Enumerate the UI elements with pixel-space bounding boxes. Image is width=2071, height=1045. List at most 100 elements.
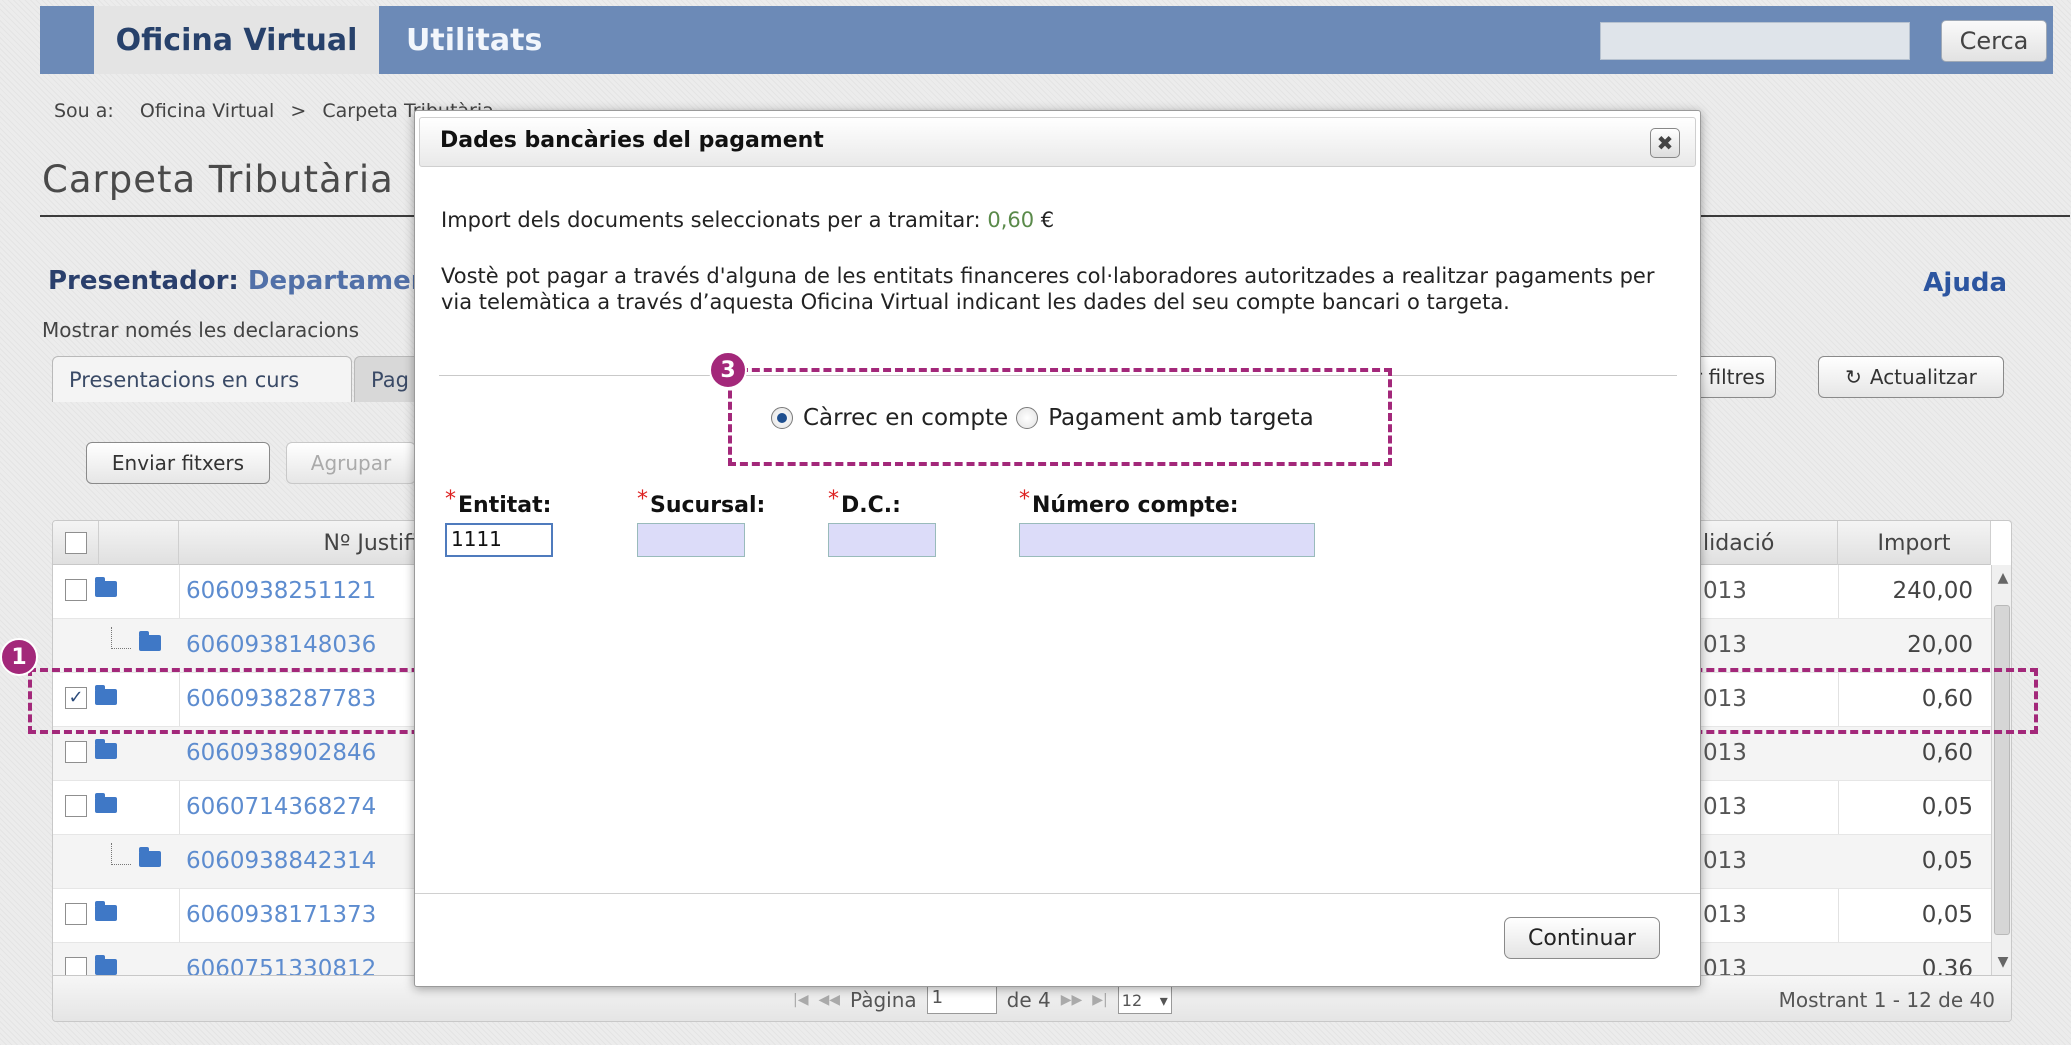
import-value: 0,05 bbox=[1921, 848, 1973, 874]
header-import[interactable]: Import bbox=[1838, 521, 1991, 565]
payment-dialog: Dades bancàries del pagament ✖ Import de… bbox=[414, 110, 1701, 987]
justificant-link[interactable]: 6060938171373 bbox=[186, 902, 376, 928]
select-all-checkbox[interactable] bbox=[64, 532, 87, 554]
refresh-label: Actualitzar bbox=[1869, 365, 1977, 389]
sucursal-label: *Sucursal: bbox=[637, 487, 766, 518]
breadcrumb-item-oficina[interactable]: Oficina Virtual bbox=[140, 100, 274, 122]
last-page-icon[interactable]: ▶| bbox=[1092, 992, 1107, 1008]
validation-date: 013 bbox=[1703, 740, 1747, 766]
compte-label-text: Número compte: bbox=[1032, 493, 1239, 518]
import-value: 0,60 bbox=[1921, 740, 1973, 766]
page-title: Carpeta Tributària bbox=[42, 158, 394, 201]
row-checkbox[interactable] bbox=[65, 903, 87, 925]
dialog-description: Vostè pot pagar a través d'alguna de les… bbox=[441, 264, 1655, 314]
refresh-icon: ↻ bbox=[1845, 365, 1862, 389]
dc-label-text: D.C.: bbox=[841, 493, 901, 518]
page-size-select[interactable]: 12 ▾ bbox=[1117, 986, 1172, 1014]
grid-scrollbar[interactable]: ▲ ▼ bbox=[1991, 565, 2011, 975]
import-label: Import dels documents seleccionats per a… bbox=[441, 208, 981, 232]
import-value: 0,05 bbox=[1921, 794, 1973, 820]
page-size-value: 12 bbox=[1121, 990, 1143, 1010]
folder-icon bbox=[139, 847, 161, 867]
import-summary: Import dels documents seleccionats per a… bbox=[441, 208, 1054, 232]
row-checkbox[interactable] bbox=[65, 795, 87, 817]
justificant-link[interactable]: 6060938902846 bbox=[186, 740, 376, 766]
radio-label-targeta[interactable]: Pagament amb targeta bbox=[1048, 405, 1314, 431]
scroll-up-icon[interactable]: ▲ bbox=[1992, 567, 2011, 589]
presentador: Presentador: Departament bbox=[48, 266, 442, 296]
scroll-thumb[interactable] bbox=[1994, 605, 2010, 935]
import-currency: € bbox=[1040, 208, 1055, 232]
required-mark: * bbox=[445, 487, 456, 512]
top-nav-bar: Oficina Virtual Utilitats Cerca bbox=[40, 6, 2053, 74]
presentador-label: Presentador: bbox=[48, 266, 239, 296]
pager-label: Pàgina bbox=[850, 988, 917, 1012]
refresh-button[interactable]: ↻ Actualitzar bbox=[1818, 356, 2004, 398]
justificant-link[interactable]: 6060938251121 bbox=[186, 578, 376, 604]
required-mark: * bbox=[1019, 487, 1030, 512]
import-value: 0,05 bbox=[1921, 902, 1973, 928]
folder-icon bbox=[95, 901, 117, 921]
dialog-title: Dades bancàries del pagament bbox=[440, 128, 824, 153]
page-number-input[interactable]: 1 bbox=[926, 986, 997, 1014]
validation-date: 013 bbox=[1703, 848, 1747, 874]
tab-presentacions-en-curs[interactable]: Presentacions en curs bbox=[52, 356, 352, 402]
filters-button[interactable]: r filtres bbox=[1690, 356, 1776, 398]
entitat-label-text: Entitat: bbox=[458, 493, 552, 518]
justificant-link[interactable]: 6060714368274 bbox=[186, 794, 376, 820]
import-value: 20,00 bbox=[1907, 632, 1973, 658]
validation-date: 013 bbox=[1703, 632, 1747, 658]
pager-total: de 4 bbox=[1006, 988, 1051, 1012]
tree-connector-icon bbox=[111, 843, 131, 865]
radio-pagament-targeta[interactable] bbox=[1016, 407, 1039, 429]
prev-page-icon[interactable]: ◀◀ bbox=[818, 992, 840, 1008]
close-icon[interactable]: ✖ bbox=[1650, 128, 1680, 158]
filter-text: Mostrar només les declaracions bbox=[42, 318, 360, 342]
radio-label-carrec[interactable]: Càrrec en compte bbox=[803, 405, 1008, 431]
import-value: 0,60 bbox=[987, 208, 1035, 232]
presentador-value: Departament bbox=[247, 266, 442, 296]
sucursal-input[interactable] bbox=[637, 523, 745, 557]
tab-utilitats[interactable]: Utilitats bbox=[406, 6, 542, 74]
folder-icon bbox=[95, 793, 117, 813]
row-checkbox[interactable] bbox=[65, 579, 87, 601]
first-page-icon[interactable]: |◀ bbox=[793, 992, 808, 1008]
payment-method-options: Càrrec en compte Pagament amb targeta bbox=[771, 405, 1314, 431]
required-mark: * bbox=[637, 487, 648, 512]
row-checkbox[interactable] bbox=[65, 741, 87, 763]
dc-input[interactable] bbox=[828, 523, 936, 557]
annotation-marker-3: 3 bbox=[709, 351, 747, 389]
tree-connector-icon bbox=[111, 627, 131, 649]
folder-icon bbox=[95, 955, 117, 975]
sucursal-label-text: Sucursal: bbox=[650, 493, 766, 518]
header-checkbox-cell bbox=[53, 521, 99, 565]
entitat-label: *Entitat: bbox=[445, 487, 552, 518]
annotation-marker-1: 1 bbox=[0, 638, 38, 676]
continue-button[interactable]: Continuar bbox=[1504, 917, 1660, 959]
dialog-header: Dades bancàries del pagament ✖ bbox=[419, 117, 1696, 167]
justificant-link[interactable]: 6060938842314 bbox=[186, 848, 376, 874]
required-mark: * bbox=[828, 487, 839, 512]
records-count: Mostrant 1 - 12 de 40 bbox=[1778, 988, 1995, 1012]
chevron-down-icon: ▾ bbox=[1159, 990, 1168, 1010]
scroll-down-icon[interactable]: ▼ bbox=[1992, 951, 2011, 973]
dc-label: *D.C.: bbox=[828, 487, 901, 518]
help-link[interactable]: Ajuda bbox=[1923, 268, 2007, 298]
next-page-icon[interactable]: ▶▶ bbox=[1061, 992, 1083, 1008]
validation-date: 013 bbox=[1703, 902, 1747, 928]
search-button[interactable]: Cerca bbox=[1941, 20, 2047, 62]
validation-date: 013 bbox=[1703, 578, 1747, 604]
search-input[interactable] bbox=[1600, 22, 1910, 60]
group-button[interactable]: Agrupar bbox=[286, 442, 416, 484]
folder-icon bbox=[95, 739, 117, 759]
justificant-link[interactable]: 6060938148036 bbox=[186, 632, 376, 658]
send-files-button[interactable]: Enviar fitxers bbox=[86, 442, 270, 484]
pager: |◀ ◀◀ Pàgina 1 de 4 ▶▶ ▶| 12 ▾ bbox=[793, 986, 1172, 1014]
header-validacio[interactable]: lidació bbox=[1693, 521, 1838, 565]
tab-oficina-virtual[interactable]: Oficina Virtual bbox=[94, 6, 379, 74]
entitat-input[interactable]: 1111 bbox=[445, 523, 553, 557]
header-icon-col bbox=[99, 521, 179, 565]
folder-icon bbox=[139, 631, 161, 651]
compte-input[interactable] bbox=[1019, 523, 1315, 557]
radio-carrec-en-compte[interactable] bbox=[771, 407, 793, 429]
